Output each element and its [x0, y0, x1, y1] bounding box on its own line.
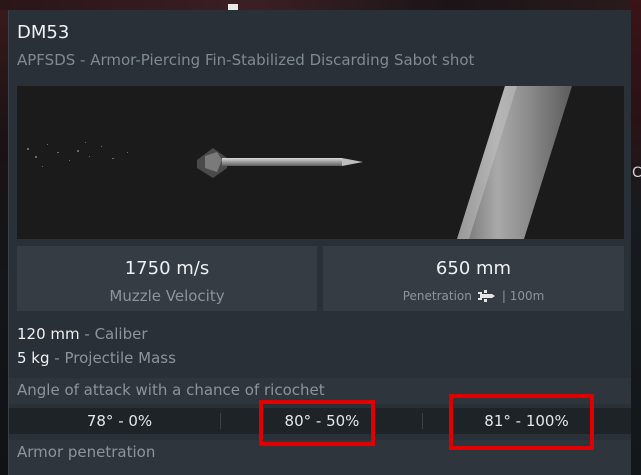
ammo-name: DM53 — [17, 22, 70, 43]
muzzle-velocity-value: 1750 m/s — [124, 258, 210, 279]
projectile-illustration — [17, 86, 624, 239]
ammo-type: APFSDS - Armor-Piercing Fin-Stabilized D… — [17, 51, 475, 69]
penetration-label: Penetration — [402, 289, 472, 303]
ricochet-angle: 78° — [86, 412, 114, 430]
penetration-range: | 100m — [501, 289, 545, 303]
mass-value: 5 kg — [17, 349, 50, 367]
ricochet-heading: Angle of attack with a chance of ricoche… — [17, 381, 325, 399]
projectile-render — [17, 86, 624, 239]
caliber-value: 120 mm — [17, 325, 80, 343]
game-background-right — [630, 0, 641, 475]
game-background-top — [0, 0, 641, 10]
highlight-box — [449, 394, 594, 450]
armor-heading: Armor penetration — [17, 443, 156, 461]
mass-label: Projectile Mass — [64, 349, 176, 367]
caliber-label: Caliber — [94, 325, 148, 343]
mass-spec: 5 kg - Projectile Mass — [17, 349, 176, 367]
highlight-box — [259, 400, 375, 446]
game-background-left — [0, 0, 8, 475]
column-divider — [220, 413, 221, 429]
muzzle-velocity-label: Muzzle Velocity — [109, 287, 225, 305]
background-glyph: C — [632, 165, 641, 181]
caliber-spec: 120 mm - Caliber — [17, 325, 148, 343]
penetration-label-row: Penetration | 100m — [323, 289, 624, 303]
penetration-value: 650 mm — [435, 258, 512, 279]
ricochet-chance: 0% — [128, 412, 153, 430]
velocity-stat: 1750 m/s Muzzle Velocity — [17, 246, 317, 311]
shell-icon — [477, 290, 495, 302]
ricochet-entry: 78° - 0% — [86, 412, 153, 430]
penetration-stat: 650 mm Penetration | 100m — [323, 246, 624, 311]
